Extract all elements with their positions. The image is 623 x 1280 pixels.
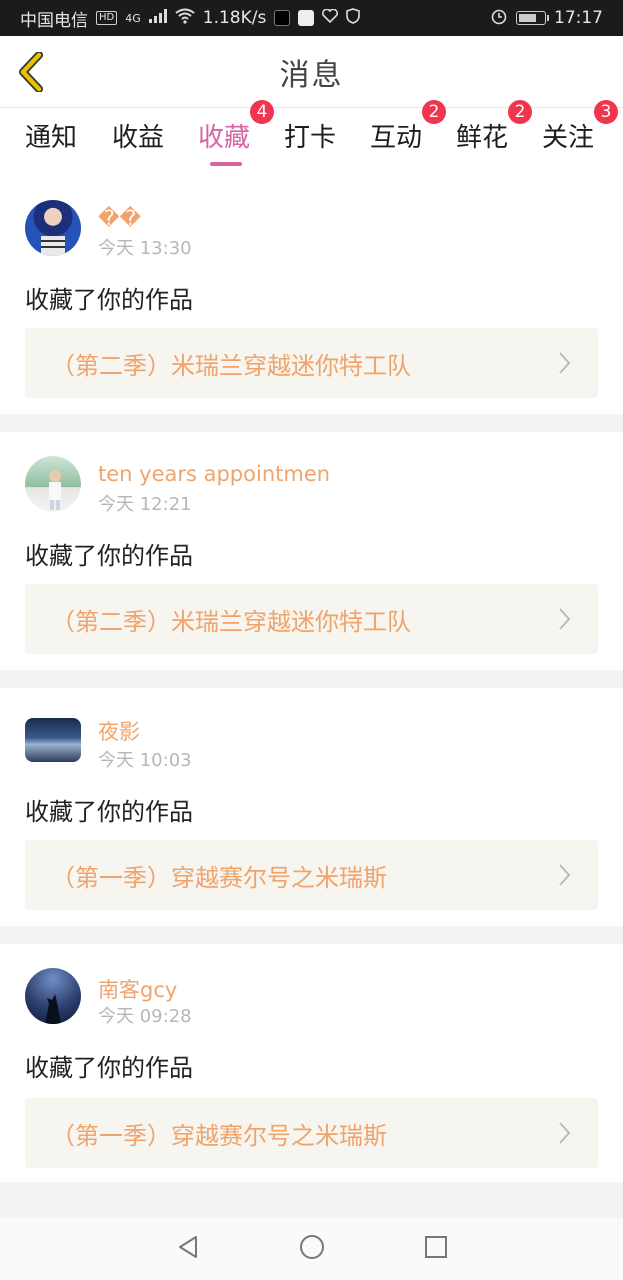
signal-icon	[148, 8, 167, 28]
username[interactable]: 夜影	[98, 716, 140, 746]
tab-checkin[interactable]: 打卡	[284, 118, 336, 158]
net-speed: 1.18K/s	[202, 8, 267, 28]
chevron-right-icon	[559, 864, 571, 886]
tab-notice[interactable]: 通知	[25, 118, 77, 158]
app-icon	[298, 10, 315, 26]
chevron-right-icon	[559, 352, 571, 374]
timestamp: 今天 10:03	[98, 750, 192, 771]
tab-interaction[interactable]: 互动	[370, 118, 422, 158]
clock: 17:17	[554, 8, 603, 28]
heart-icon	[322, 8, 339, 28]
divider	[0, 1182, 623, 1218]
wifi-icon	[175, 8, 195, 29]
work-link[interactable]: （第一季）穿越赛尔号之米瑞斯	[25, 1098, 598, 1168]
username[interactable]: 南客gcy	[98, 974, 177, 1004]
alarm-icon	[490, 7, 508, 30]
back-triangle-icon[interactable]	[175, 1234, 201, 1264]
tab-earnings[interactable]: 收益	[112, 118, 164, 158]
work-title: （第一季）穿越赛尔号之米瑞斯	[51, 864, 387, 892]
tab-favorites-badge: 4	[250, 100, 274, 124]
tab-interaction-badge: 2	[422, 100, 446, 124]
divider	[0, 670, 623, 688]
work-link[interactable]: （第二季）米瑞兰穿越迷你特工队	[25, 584, 598, 654]
work-link[interactable]: （第一季）穿越赛尔号之米瑞斯	[25, 840, 598, 910]
page-title: 消息	[279, 57, 344, 93]
system-nav-bar	[0, 1218, 623, 1280]
timestamp: 今天 12:21	[98, 494, 192, 515]
work-title: （第二季）米瑞兰穿越迷你特工队	[51, 608, 411, 636]
active-tab-indicator	[210, 162, 242, 166]
work-link[interactable]: （第二季）米瑞兰穿越迷你特工队	[25, 328, 598, 398]
tiktok-icon	[274, 10, 291, 26]
shield-icon	[346, 7, 361, 29]
list-item: �� 今天 13:30 收藏了你的作品 （第二季）米瑞兰穿越迷你特工队	[0, 180, 623, 414]
battery-icon	[516, 11, 549, 25]
list-item: 夜影 今天 10:03 收藏了你的作品 （第一季）穿越赛尔号之米瑞斯	[0, 688, 623, 926]
tab-follow[interactable]: 关注	[542, 118, 594, 158]
chevron-right-icon	[559, 608, 571, 630]
divider	[0, 414, 623, 432]
chevron-left-icon	[19, 52, 43, 92]
avatar[interactable]	[25, 718, 81, 762]
username[interactable]: ten years appointmen	[98, 462, 330, 486]
hd-badge: HD	[96, 11, 118, 25]
avatar[interactable]	[25, 968, 81, 1024]
tab-flowers[interactable]: 鲜花	[456, 118, 508, 158]
avatar[interactable]	[25, 200, 81, 256]
action-text: 收藏了你的作品	[25, 1054, 193, 1082]
timestamp: 今天 09:28	[98, 1006, 192, 1027]
tab-favorites[interactable]: 收藏	[198, 118, 250, 158]
tab-bar: 通知 收益 收藏 4 打卡 互动 2 鲜花 2 关注 3	[0, 100, 623, 178]
action-text: 收藏了你的作品	[25, 542, 193, 570]
back-button[interactable]	[14, 50, 50, 94]
username[interactable]: ��	[98, 206, 141, 230]
tab-flowers-badge: 2	[508, 100, 532, 124]
action-text: 收藏了你的作品	[25, 286, 193, 314]
work-title: （第二季）米瑞兰穿越迷你特工队	[51, 352, 411, 380]
divider	[0, 926, 623, 944]
list-item: ten years appointmen 今天 12:21 收藏了你的作品 （第…	[0, 432, 623, 670]
carrier-label: 中国电信	[20, 10, 88, 31]
action-text: 收藏了你的作品	[25, 798, 193, 826]
work-title: （第一季）穿越赛尔号之米瑞斯	[51, 1122, 387, 1150]
recents-square-icon[interactable]	[423, 1234, 449, 1264]
timestamp: 今天 13:30	[98, 238, 192, 259]
status-bar: 中国电信 HD 4G 1.18K/s 17:17	[0, 0, 623, 36]
tab-follow-badge: 3	[594, 100, 618, 124]
avatar[interactable]	[25, 456, 81, 512]
chevron-right-icon	[559, 1122, 571, 1144]
list-item: 南客gcy 今天 09:28 收藏了你的作品 （第一季）穿越赛尔号之米瑞斯	[0, 944, 623, 1182]
network-label: 4G	[125, 11, 141, 25]
home-circle-icon[interactable]	[299, 1234, 325, 1264]
nav-bar: 消息	[0, 36, 623, 108]
